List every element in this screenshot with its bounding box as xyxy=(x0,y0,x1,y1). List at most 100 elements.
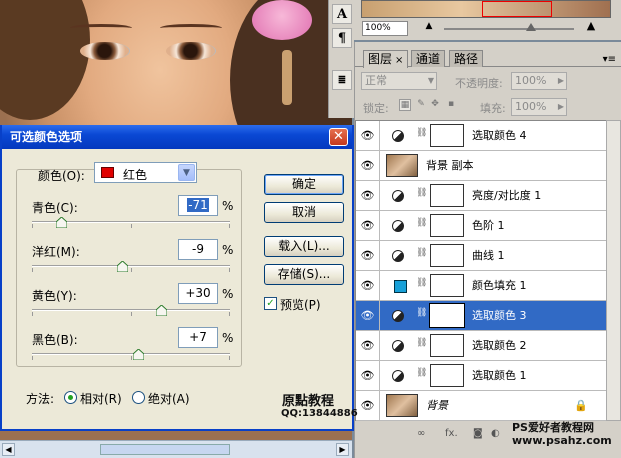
zoom-field[interactable]: 100% xyxy=(362,21,408,36)
visibility-eye-icon[interactable]: 👁 xyxy=(356,241,380,270)
lock-all-icon[interactable]: ▪ xyxy=(445,99,457,111)
link-icon[interactable]: ⛓ xyxy=(416,188,427,198)
layer-name: 背景 xyxy=(426,399,448,412)
layers-scrollbar[interactable] xyxy=(606,120,621,421)
slider-track[interactable] xyxy=(32,265,230,267)
slider-knob[interactable] xyxy=(117,261,128,272)
character-panel-icon[interactable]: A xyxy=(332,4,352,24)
zoom-out-icon[interactable]: ▲ xyxy=(422,21,436,35)
layer-mask-thumbnail[interactable] xyxy=(430,124,464,147)
preview-checkbox[interactable]: ✓ xyxy=(264,297,277,310)
zoom-slider-knob[interactable] xyxy=(526,23,536,31)
scroll-thumb[interactable] xyxy=(100,444,230,455)
slider-track[interactable] xyxy=(32,353,230,355)
ok-button[interactable]: 确定 xyxy=(264,174,344,195)
cancel-button[interactable]: 取消 xyxy=(264,202,344,223)
layer-row[interactable]: 👁 ⛓ 选取颜色 1 xyxy=(356,361,606,391)
layer-row[interactable]: 👁 背景 🔒 xyxy=(356,391,606,421)
slider-value-field[interactable]: +30 xyxy=(178,283,218,304)
lock-transparency-icon[interactable]: ▦ xyxy=(399,99,411,111)
link-icon[interactable]: ⛓ xyxy=(416,248,427,258)
tab-paths[interactable]: 路径 xyxy=(449,50,484,67)
visibility-eye-icon[interactable]: 👁 xyxy=(356,301,380,330)
link-layers-icon[interactable]: ∞ xyxy=(417,428,425,439)
layer-row[interactable]: 👁 ⛓ 亮度/对比度 1 xyxy=(356,181,606,211)
layer-mask-thumbnail[interactable] xyxy=(430,184,464,207)
link-icon[interactable]: ⛓ xyxy=(416,368,427,378)
scroll-left-icon[interactable]: ◀ xyxy=(2,443,15,456)
tab-channels[interactable]: 通道 xyxy=(411,50,446,67)
layer-row[interactable]: 👁 ⛓ 选取颜色 4 xyxy=(356,121,606,151)
fill-label: 填充: xyxy=(480,102,506,115)
link-icon[interactable]: ⛓ xyxy=(416,128,427,138)
layer-row[interactable]: 👁 ⛓ 选取颜色 2 xyxy=(356,331,606,361)
method-label: 方法: xyxy=(26,392,55,406)
layer-mask-thumbnail[interactable] xyxy=(429,303,465,328)
navigator-viewbox[interactable] xyxy=(482,1,552,17)
layer-list[interactable]: 👁 ⛓ 选取颜色 4 👁 背景 副本 👁 ⛓ 亮度/对比度 1 👁 ⛓ 色阶 1 👁 ⛓ 曲线 1 👁 ⛓ 颜色… xyxy=(355,120,606,421)
layer-row[interactable]: 👁 背景 副本 xyxy=(356,151,606,181)
slider-value-field[interactable]: +7 xyxy=(178,327,218,348)
save-button[interactable]: 存储(S)... xyxy=(264,264,344,285)
zoom-in-icon[interactable]: ▲ xyxy=(584,19,598,33)
lock-pixels-icon[interactable]: ✎ xyxy=(415,99,427,111)
colors-select[interactable]: 红色 ▼ xyxy=(94,162,197,183)
link-icon[interactable]: ⛓ xyxy=(416,308,427,318)
slider-value-field[interactable]: -9 xyxy=(178,239,218,260)
visibility-eye-icon[interactable]: 👁 xyxy=(356,211,380,240)
close-button[interactable]: ✕ xyxy=(329,128,348,146)
blend-mode-select[interactable]: 正常 ▼ xyxy=(361,72,437,90)
new-adjustment-icon[interactable]: ◐ xyxy=(491,428,500,439)
layer-thumbnail[interactable] xyxy=(386,394,418,417)
layer-row[interactable]: 👁 ⛓ 曲线 1 xyxy=(356,241,606,271)
visibility-eye-icon[interactable]: 👁 xyxy=(356,331,380,360)
layer-row[interactable]: 👁 ⛓ 颜色填充 1 xyxy=(356,271,606,301)
layer-mask-thumbnail[interactable] xyxy=(430,334,464,357)
slider-knob[interactable] xyxy=(133,349,144,360)
close-icon[interactable]: × xyxy=(395,55,403,66)
method-absolute-radio[interactable] xyxy=(132,391,145,404)
link-icon[interactable]: ⛓ xyxy=(416,218,427,228)
layer-thumbnail[interactable] xyxy=(386,154,418,177)
visibility-eye-icon[interactable]: 👁 xyxy=(356,361,380,390)
layers-panel: 图层 × 通道 路径 ▾≡ 正常 ▼ 不透明度: 100% ▶ 锁定: ▦ ✎ ✥ ▪… xyxy=(354,42,621,458)
chevron-down-icon[interactable]: ▼ xyxy=(178,164,195,181)
visibility-eye-icon[interactable]: 👁 xyxy=(356,391,380,420)
layer-row[interactable]: 👁 ⛓ 色阶 1 xyxy=(356,211,606,241)
navigator-panel: 100% ▲ ▲ xyxy=(354,0,621,40)
paragraph-panel-icon[interactable]: ¶ xyxy=(332,28,352,48)
link-icon[interactable]: ⛓ xyxy=(416,278,427,288)
opacity-field[interactable]: 100% ▶ xyxy=(511,72,567,90)
slider-track[interactable] xyxy=(32,309,230,311)
slider-knob[interactable] xyxy=(156,305,167,316)
slider-knob[interactable] xyxy=(56,217,67,228)
layer-name: 曲线 1 xyxy=(472,249,505,262)
panel-menu-icon[interactable]: ≣ xyxy=(332,70,352,90)
navigator-thumbnail[interactable] xyxy=(361,0,611,18)
layer-mask-thumbnail[interactable] xyxy=(430,274,464,297)
visibility-eye-icon[interactable]: 👁 xyxy=(356,181,380,210)
layer-style-icon[interactable]: fx. xyxy=(445,428,458,439)
photo-hair xyxy=(0,0,90,120)
layer-row[interactable]: 👁 ⛓ 选取颜色 3 xyxy=(356,301,606,331)
panel-menu-icon[interactable]: ▾≡ xyxy=(603,54,616,65)
dialog-titlebar[interactable]: 可选颜色选项 ✕ xyxy=(2,125,352,149)
load-button[interactable]: 载入(L)... xyxy=(264,236,344,257)
method-relative-radio[interactable] xyxy=(64,391,77,404)
horizontal-scrollbar[interactable]: ◀ ▶ xyxy=(0,440,352,458)
fill-color-swatch[interactable] xyxy=(394,280,407,293)
visibility-eye-icon[interactable]: 👁 xyxy=(356,271,380,300)
layer-mask-thumbnail[interactable] xyxy=(430,214,464,237)
layer-mask-thumbnail[interactable] xyxy=(430,244,464,267)
visibility-eye-icon[interactable]: 👁 xyxy=(356,151,380,180)
visibility-eye-icon[interactable]: 👁 xyxy=(356,121,380,150)
lock-position-icon[interactable]: ✥ xyxy=(429,99,441,111)
link-icon[interactable]: ⛓ xyxy=(416,338,427,348)
zoom-slider-track[interactable] xyxy=(444,28,574,30)
fill-field[interactable]: 100% ▶ xyxy=(511,98,567,116)
tab-layers[interactable]: 图层 × xyxy=(363,50,409,68)
slider-value-field[interactable]: -71 xyxy=(178,195,218,216)
scroll-right-icon[interactable]: ▶ xyxy=(336,443,349,456)
add-mask-icon[interactable]: ◙ xyxy=(473,428,483,439)
layer-mask-thumbnail[interactable] xyxy=(430,364,464,387)
